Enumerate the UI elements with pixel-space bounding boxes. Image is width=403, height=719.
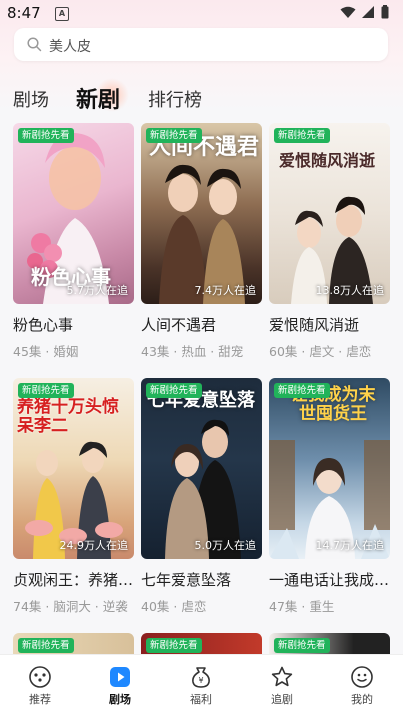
drama-card[interactable]: 让我成为末世囤货王 新剧抢先看 14.7万人在追 一通电话让我成… 47集 · … [269,378,390,615]
drama-title: 七年爱意坠落 [141,571,232,589]
status-bar: 8:47 A [0,0,403,26]
nav-follow[interactable]: 追剧 [252,665,312,707]
notification-a-icon: A [55,7,69,21]
nav-welfare[interactable]: ¥ 福利 [171,665,231,707]
drama-meta: 60集 · 虐文 · 虐恋 [269,344,372,359]
drama-card[interactable]: 新剧抢先看 [269,633,390,654]
status-time: 8:47 [7,4,41,22]
drama-meta: 45集 · 婚姻 [13,344,79,359]
signal-icon [362,5,374,18]
drama-title: 贞观闲王：养猪… [13,571,134,589]
drama-poster: 爱恨随风消逝 新剧抢先看 13.8万人在追 [269,123,390,304]
watching-count: 14.7万人在追 [315,539,385,552]
new-drama-badge: 新剧抢先看 [146,383,202,398]
drama-poster: 人间不遇君 新剧抢先看 7.4万人在追 [141,123,262,304]
drama-title: 爱恨随风消逝 [269,316,360,334]
smiley-icon [351,666,373,688]
drama-poster: 让我成为末世囤货王 新剧抢先看 14.7万人在追 [269,378,390,559]
nav-label: 剧场 [109,693,131,706]
drama-poster: 新剧抢先看 [269,633,390,654]
nav-theater[interactable]: 剧场 [90,665,150,707]
drama-poster: 粉色心事 新剧抢先看 5.7万人在追 [13,123,134,304]
nav-label: 推荐 [29,693,51,706]
drama-poster: 新剧抢先看 [13,633,134,654]
new-drama-badge: 新剧抢先看 [146,638,202,653]
search-placeholder: 美人皮 [49,39,91,55]
nav-label: 追剧 [271,693,293,706]
money-bag-icon: ¥ [192,667,210,688]
tab-ranking[interactable]: 排行榜 [148,86,202,112]
tab-new-drama[interactable]: 新剧 [76,82,120,114]
watching-count: 5.7万人在追 [66,284,129,297]
nav-recommend[interactable]: 推荐 [10,665,70,707]
watching-count: 5.0万人在追 [194,539,257,552]
poster-title: 爱恨随风消逝 [279,151,376,170]
drama-title: 一通电话让我成… [269,571,390,589]
nav-label: 我的 [351,693,373,706]
new-drama-badge: 新剧抢先看 [274,638,330,653]
drama-meta: 43集 · 热血 · 甜宠 [141,344,244,359]
drama-card[interactable]: 七年爱意坠落 新剧抢先看 5.0万人在追 七年爱意坠落 40集 · 虐恋 [141,378,262,615]
status-icons [340,5,389,19]
nav-label: 福利 [190,693,212,706]
watching-count: 7.4万人在追 [194,284,257,297]
drama-card[interactable]: 人间不遇君 新剧抢先看 7.4万人在追 人间不遇君 43集 · 热血 · 甜宠 [141,123,262,360]
drama-card[interactable]: 养猪十万头惊呆李二 新剧抢先看 24.9万人在追 贞观闲王：养猪… 74集 · … [13,378,134,615]
drama-card[interactable]: 爱恨随风消逝 新剧抢先看 13.8万人在追 爱恨随风消逝 60集 · 虐文 · … [269,123,390,360]
battery-icon [381,5,389,19]
search-bar[interactable]: 美人皮 [14,28,388,61]
top-tabs: 剧场 新剧 排行榜 [0,78,403,114]
drama-meta: 40集 · 虐恋 [141,599,207,614]
drama-poster: 养猪十万头惊呆李二 新剧抢先看 24.9万人在追 [13,378,134,559]
play-icon [110,667,130,687]
poster-title: 养猪十万头惊呆李二 [17,397,119,436]
drama-card[interactable]: 新剧抢先看 [13,633,134,654]
recommend-icon [29,666,51,688]
drama-card[interactable]: 新剧抢先看 [141,633,262,654]
new-drama-badge: 新剧抢先看 [18,638,74,653]
drama-poster: 新剧抢先看 [141,633,262,654]
drama-meta: 74集 · 脑洞大 · 逆袭 [13,599,128,614]
new-drama-badge: 新剧抢先看 [18,383,74,398]
drama-card[interactable]: 粉色心事 新剧抢先看 5.7万人在追 粉色心事 45集 · 婚姻 [13,123,134,360]
new-drama-badge: 新剧抢先看 [146,128,202,143]
nav-mine[interactable]: 我的 [332,665,392,707]
drama-title: 粉色心事 [13,316,74,334]
watching-count: 13.8万人在追 [315,284,385,297]
star-icon [271,666,293,687]
drama-poster: 七年爱意坠落 新剧抢先看 5.0万人在追 [141,378,262,559]
drama-title: 人间不遇君 [141,316,217,334]
search-icon [27,37,42,52]
new-drama-badge: 新剧抢先看 [274,128,330,143]
watching-count: 24.9万人在追 [59,539,129,552]
bottom-nav: 推荐 剧场 ¥ 福利 追剧 我的 [0,654,403,719]
wifi-icon [340,6,356,18]
svg-text:¥: ¥ [198,676,203,685]
new-drama-badge: 新剧抢先看 [18,128,74,143]
drama-meta: 47集 · 重生 [269,599,335,614]
new-drama-badge: 新剧抢先看 [274,383,330,398]
tab-theater[interactable]: 剧场 [13,86,49,112]
